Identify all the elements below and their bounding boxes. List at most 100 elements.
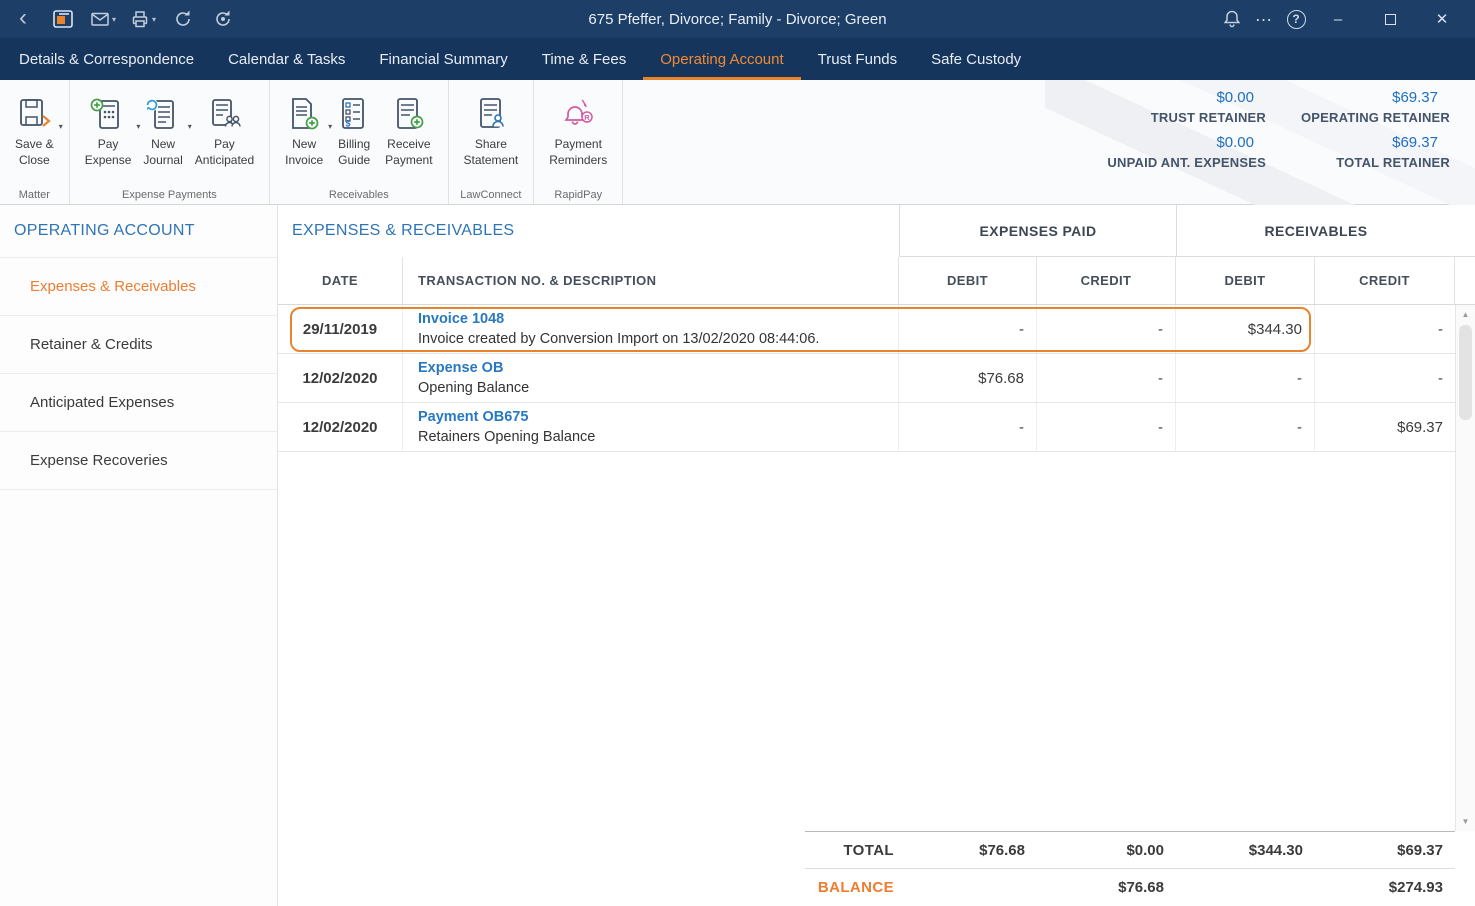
print-button[interactable]: ▾	[130, 4, 156, 34]
new-invoice-button[interactable]: ▾ New Invoice	[280, 90, 328, 171]
operating-retainer-amount: $69.37	[1280, 89, 1450, 106]
table-row[interactable]: 12/02/2020 Expense OB Opening Balance $7…	[278, 354, 1475, 403]
main-tab-bar: Details & Correspondence Calendar & Task…	[0, 38, 1475, 80]
row-date: 12/02/2020	[278, 354, 403, 402]
tab-calendar-tasks[interactable]: Calendar & Tasks	[211, 38, 362, 80]
ribbon-group-label-expense-payments: Expense Payments	[70, 189, 269, 201]
transaction-description: Invoice created by Conversion Import on …	[418, 330, 888, 350]
total-retainer-label: TOTAL RETAINER	[1280, 155, 1450, 170]
more-options-button[interactable]: …	[1251, 4, 1277, 34]
tab-time-fees[interactable]: Time & Fees	[525, 38, 643, 80]
group-header-receivables: RECEIVABLES	[1176, 205, 1455, 257]
tab-financial-summary[interactable]: Financial Summary	[362, 38, 524, 80]
tab-trust-funds[interactable]: Trust Funds	[801, 38, 914, 80]
table-row[interactable]: 29/11/2019 Invoice 1048 Invoice created …	[278, 305, 1475, 354]
scroll-up-icon[interactable]: ▲	[1456, 310, 1475, 319]
refresh-button[interactable]	[170, 4, 196, 34]
email-button[interactable]: ▾	[90, 4, 116, 34]
row-ep-debit: -	[899, 305, 1037, 353]
save-close-dropdown-icon[interactable]: ▾	[59, 122, 63, 131]
total-spacer	[278, 831, 805, 868]
maximize-button[interactable]	[1367, 0, 1413, 38]
sync-button[interactable]	[210, 4, 236, 34]
row-ep-credit: -	[1037, 354, 1176, 402]
transaction-description: Retainers Opening Balance	[418, 428, 888, 448]
back-icon: ‹	[19, 6, 27, 33]
balance-label: BALANCE	[805, 868, 899, 906]
ribbon-toolbar: ▾ Save & Close Matter ▾ Pay Expense ▾ Ne…	[0, 80, 1475, 205]
title-bar: ‹ ▾ ▾ 675 Pfeffer, Divorce; Family - Div…	[0, 0, 1475, 38]
pay-anticipated-button[interactable]: Pay Anticipated	[190, 90, 259, 171]
column-header-date: DATE	[278, 257, 403, 304]
unpaid-ant-expenses: $0.00 UNPAID ANT. EXPENSES	[1096, 134, 1266, 170]
trust-retainer-amount: $0.00	[1096, 89, 1266, 106]
row-description-cell: Payment OB675 Retainers Opening Balance	[403, 403, 899, 451]
help-button[interactable]: ?	[1283, 4, 1309, 34]
row-ep-credit: -	[1037, 305, 1176, 353]
unpaid-ant-expenses-amount: $0.00	[1096, 134, 1266, 151]
sidebar: OPERATING ACCOUNT Expenses & Receivables…	[0, 205, 278, 906]
payment-reminders-button[interactable]: R Payment Reminders	[544, 90, 612, 171]
row-description-cell: Invoice 1048 Invoice created by Conversi…	[403, 305, 899, 353]
new-journal-icon	[144, 93, 182, 135]
sidebar-item-retainer-credits[interactable]: Retainer & Credits	[0, 316, 277, 374]
print-dropdown-icon[interactable]: ▾	[152, 15, 156, 24]
help-icon: ?	[1287, 10, 1306, 29]
billing-guide-button[interactable]: $ Billing Guide	[330, 90, 378, 171]
sidebar-item-expenses-receivables[interactable]: Expenses & Receivables	[0, 258, 277, 316]
transaction-link[interactable]: Invoice 1048	[418, 310, 888, 330]
unpaid-ant-expenses-label: UNPAID ANT. EXPENSES	[1096, 155, 1266, 170]
sidebar-item-anticipated-expenses[interactable]: Anticipated Expenses	[0, 374, 277, 432]
transaction-link[interactable]: Expense OB	[418, 359, 888, 379]
sync-icon	[213, 9, 233, 29]
receive-payment-button[interactable]: Receive Payment	[380, 90, 437, 171]
table-row[interactable]: 12/02/2020 Payment OB675 Retainers Openi…	[278, 403, 1475, 452]
balance-rc-empty	[1176, 868, 1315, 906]
ribbon-group-lawconnect: Share Statement LawConnect	[449, 80, 535, 204]
row-rc-credit: $69.37	[1315, 403, 1455, 451]
tab-details-correspondence[interactable]: Details & Correspondence	[2, 38, 211, 80]
ribbon-group-rapidpay: R Payment Reminders RapidPay	[534, 80, 623, 204]
notifications-button[interactable]	[1219, 4, 1245, 34]
maximize-icon	[1385, 14, 1396, 25]
scrollbar-thumb[interactable]	[1459, 325, 1472, 420]
column-header-rc-debit: DEBIT	[1176, 257, 1315, 304]
tab-operating-account[interactable]: Operating Account	[643, 38, 800, 80]
row-description-cell: Expense OB Opening Balance	[403, 354, 899, 402]
scroll-down-icon[interactable]: ▼	[1456, 817, 1475, 826]
operating-retainer: $69.37 OPERATING RETAINER	[1280, 89, 1450, 125]
column-header-ep-credit: CREDIT	[1037, 257, 1176, 304]
save-close-icon	[15, 93, 53, 135]
pay-expense-button[interactable]: ▾ Pay Expense	[80, 90, 137, 171]
table-column-headers: DATE TRANSACTION NO. & DESCRIPTION DEBIT…	[278, 257, 1475, 305]
tab-safe-custody[interactable]: Safe Custody	[914, 38, 1038, 80]
row-date: 12/02/2020	[278, 403, 403, 451]
minimize-button[interactable]: –	[1315, 0, 1361, 38]
balance-row: BALANCE $76.68 $274.93	[278, 868, 1475, 906]
sidebar-item-expense-recoveries[interactable]: Expense Recoveries	[0, 432, 277, 490]
row-rc-credit: -	[1315, 305, 1455, 353]
svg-text:$: $	[346, 119, 351, 129]
new-journal-button[interactable]: ▾ New Journal	[138, 90, 187, 171]
group-header-spacer	[1455, 205, 1475, 257]
back-button[interactable]: ‹	[10, 4, 36, 34]
save-close-button[interactable]: ▾ Save & Close	[10, 90, 59, 171]
ribbon-group-label-matter: Matter	[0, 189, 69, 201]
panel-heading: EXPENSES & RECEIVABLES	[278, 205, 899, 257]
row-ep-debit: $76.68	[899, 354, 1037, 402]
transaction-link[interactable]: Payment OB675	[418, 408, 888, 428]
share-statement-button[interactable]: Share Statement	[459, 90, 524, 171]
close-icon: ✕	[1436, 10, 1449, 28]
email-dropdown-icon[interactable]: ▾	[112, 15, 116, 24]
ribbon-group-label-rapidpay: RapidPay	[534, 189, 622, 201]
expenses-receivables-panel: EXPENSES & RECEIVABLES EXPENSES PAID REC…	[278, 205, 1475, 906]
row-date: 29/11/2019	[278, 305, 403, 353]
total-row: TOTAL $76.68 $0.00 $344.30 $69.37	[278, 831, 1475, 868]
bell-icon	[1222, 9, 1242, 29]
pay-expense-icon	[89, 93, 127, 135]
retainer-summary: $0.00 TRUST RETAINER $69.37 OPERATING RE…	[1096, 89, 1450, 170]
column-header-spacer	[1455, 257, 1475, 304]
close-button[interactable]: ✕	[1419, 0, 1465, 38]
ribbon-group-label-receivables: Receivables	[270, 189, 447, 201]
vertical-scrollbar[interactable]: ▲ ▼	[1455, 305, 1475, 831]
